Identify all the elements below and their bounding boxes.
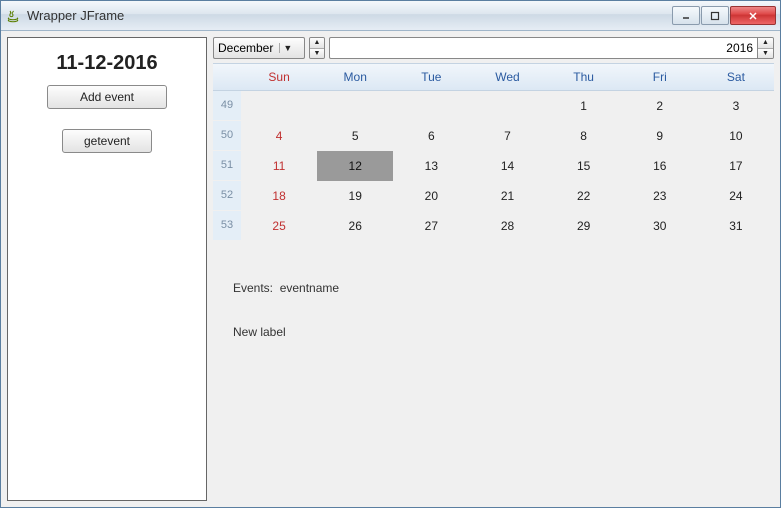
day-cell[interactable]: 1 — [546, 91, 622, 121]
day-cell — [317, 91, 393, 121]
events-value: eventname — [280, 281, 339, 295]
maximize-button[interactable] — [701, 6, 729, 25]
day-cell[interactable]: 21 — [469, 181, 545, 211]
day-cell[interactable]: 24 — [698, 181, 774, 211]
day-cell — [241, 91, 317, 121]
events-area: Events: eventname New label — [213, 281, 774, 369]
week-number: 50 — [213, 121, 241, 151]
week-number: 51 — [213, 151, 241, 181]
day-cell[interactable]: 11 — [241, 151, 317, 181]
window-controls — [672, 6, 776, 25]
day-cell[interactable]: 17 — [698, 151, 774, 181]
month-value: December — [218, 41, 273, 55]
header-thu: Thu — [546, 64, 622, 90]
month-spinner[interactable]: ▲ ▼ — [309, 37, 325, 59]
selected-date-label: 11-12-2016 — [56, 52, 157, 75]
day-cell[interactable]: 22 — [546, 181, 622, 211]
day-cell[interactable]: 26 — [317, 211, 393, 241]
get-event-button[interactable]: getevent — [62, 129, 152, 153]
day-cell[interactable]: 15 — [546, 151, 622, 181]
day-cell[interactable]: 5 — [317, 121, 393, 151]
day-cell[interactable]: 16 — [622, 151, 698, 181]
day-cell — [393, 91, 469, 121]
day-cell — [469, 91, 545, 121]
day-cell[interactable]: 18 — [241, 181, 317, 211]
day-cell[interactable]: 9 — [622, 121, 698, 151]
client-area: 11-12-2016 Add event getevent December ▼… — [1, 31, 780, 507]
week-number: 52 — [213, 181, 241, 211]
minimize-button[interactable] — [672, 6, 700, 25]
day-cell[interactable]: 29 — [546, 211, 622, 241]
calendar-header: Sun Mon Tue Wed Thu Fri Sat — [213, 63, 774, 91]
day-cell[interactable]: 2 — [622, 91, 698, 121]
calendar-body: 4912350456789105111121314151617521819202… — [213, 91, 774, 241]
year-spinner-arrows[interactable]: ▲ ▼ — [758, 37, 774, 59]
add-event-button[interactable]: Add event — [47, 85, 167, 109]
day-cell[interactable]: 19 — [317, 181, 393, 211]
chevron-down-icon: ▼ — [279, 43, 295, 53]
close-button[interactable] — [730, 6, 776, 25]
header-sun: Sun — [241, 64, 317, 90]
day-cell[interactable]: 20 — [393, 181, 469, 211]
day-cell[interactable]: 10 — [698, 121, 774, 151]
day-cell[interactable]: 3 — [698, 91, 774, 121]
window-frame: Wrapper JFrame 11-12-2016 Add event gete… — [0, 0, 781, 508]
events-label: Events: — [233, 281, 273, 295]
header-mon: Mon — [317, 64, 393, 90]
year-spinner[interactable]: 2016 ▲ ▼ — [329, 37, 774, 59]
day-cell[interactable]: 6 — [393, 121, 469, 151]
day-cell[interactable]: 31 — [698, 211, 774, 241]
header-sat: Sat — [698, 64, 774, 90]
month-combobox[interactable]: December ▼ — [213, 37, 305, 59]
window-title: Wrapper JFrame — [27, 8, 672, 23]
year-value: 2016 — [329, 37, 758, 59]
day-cell[interactable]: 7 — [469, 121, 545, 151]
header-wed: Wed — [469, 64, 545, 90]
chevron-down-icon[interactable]: ▼ — [758, 49, 773, 59]
sidebar: 11-12-2016 Add event getevent — [7, 37, 207, 501]
day-cell[interactable]: 13 — [393, 151, 469, 181]
chevron-up-icon[interactable]: ▲ — [310, 38, 324, 49]
java-icon — [5, 8, 21, 24]
chevron-down-icon[interactable]: ▼ — [310, 49, 324, 59]
day-cell[interactable]: 8 — [546, 121, 622, 151]
day-cell[interactable]: 28 — [469, 211, 545, 241]
titlebar[interactable]: Wrapper JFrame — [1, 1, 780, 31]
main-panel: December ▼ ▲ ▼ 2016 ▲ ▼ — [213, 37, 774, 501]
day-cell[interactable]: 4 — [241, 121, 317, 151]
week-number: 49 — [213, 91, 241, 121]
day-cell[interactable]: 25 — [241, 211, 317, 241]
header-fri: Fri — [622, 64, 698, 90]
new-label: New label — [233, 325, 754, 339]
week-number: 53 — [213, 211, 241, 241]
day-cell[interactable]: 14 — [469, 151, 545, 181]
header-tue: Tue — [393, 64, 469, 90]
day-cell[interactable]: 23 — [622, 181, 698, 211]
day-cell[interactable]: 12 — [317, 151, 393, 181]
calendar-toolbar: December ▼ ▲ ▼ 2016 ▲ ▼ — [213, 37, 774, 59]
day-cell[interactable]: 30 — [622, 211, 698, 241]
events-row: Events: eventname — [233, 281, 754, 295]
week-corner — [213, 64, 241, 90]
chevron-up-icon[interactable]: ▲ — [758, 38, 773, 49]
calendar: Sun Mon Tue Wed Thu Fri Sat 491235045678… — [213, 63, 774, 241]
day-cell[interactable]: 27 — [393, 211, 469, 241]
